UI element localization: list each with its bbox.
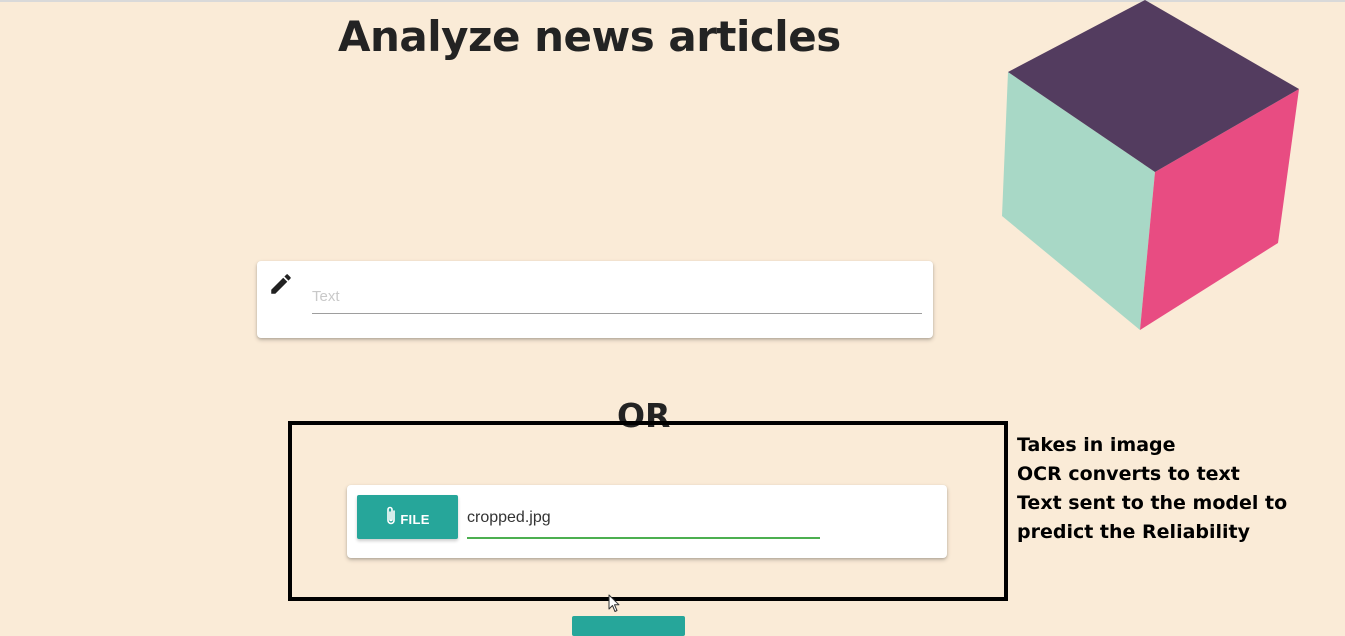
submit-button[interactable] (572, 616, 685, 636)
annotation-line: Text sent to the model to (1017, 492, 1288, 514)
annotation-note: Takes in image OCR converts to text Text… (1017, 431, 1337, 547)
file-upload-button[interactable]: FILE (357, 495, 458, 539)
mouse-cursor-icon (608, 594, 620, 612)
annotation-line: Takes in image (1017, 434, 1176, 456)
file-button-label: FILE (400, 512, 430, 527)
annotation-line: OCR converts to text (1017, 463, 1240, 485)
page-title: Analyze news articles (338, 12, 841, 61)
cube-graphic (1002, 0, 1299, 330)
annotation-line: predict the Reliability (1017, 521, 1251, 543)
pencil-icon (271, 274, 291, 294)
file-upload-card: FILE cropped.jpg (347, 485, 947, 558)
text-input-card (257, 261, 933, 338)
paperclip-icon (387, 506, 396, 524)
text-input[interactable] (312, 279, 922, 314)
file-path-field[interactable]: cropped.jpg (467, 505, 820, 539)
